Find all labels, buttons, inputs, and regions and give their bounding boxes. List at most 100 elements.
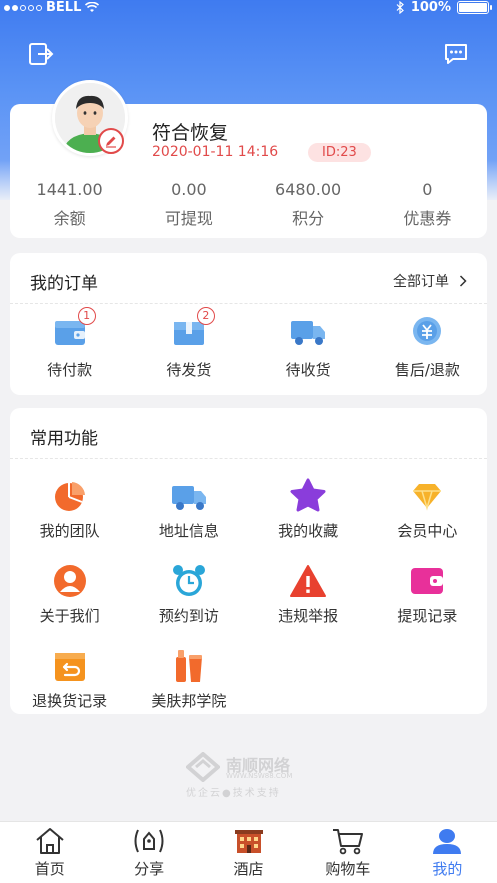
badge-count: 1 <box>77 307 96 325</box>
func-favorites[interactable]: 我的收藏 <box>249 476 368 541</box>
cart-icon <box>331 826 365 856</box>
truck-icon <box>288 313 328 349</box>
user-id-badge: ID:23 <box>308 143 371 162</box>
nickname: 符合恢复 <box>152 122 229 144</box>
all-orders-link[interactable]: 全部订单 <box>393 271 467 291</box>
func-label: 会员中心 <box>397 522 458 540</box>
package-icon: 2 <box>169 307 215 349</box>
stat-withdrawable[interactable]: 0.00 可提现 <box>129 180 248 229</box>
functions-title: 常用功能 <box>30 429 98 449</box>
func-label: 预约到访 <box>158 607 219 625</box>
cosmetics-icon <box>169 646 209 686</box>
tab-mine[interactable]: 我的 <box>398 822 497 883</box>
pencil-icon <box>106 136 116 148</box>
tab-label: 首页 <box>34 860 65 878</box>
order-pending-receipt[interactable]: 待收货 <box>249 313 368 380</box>
edit-avatar-button[interactable] <box>98 128 124 154</box>
stat-value: 1441.00 <box>36 180 103 199</box>
func-label: 退换货记录 <box>32 692 108 710</box>
watermark-slogan: 优企云●技术支持 <box>186 788 281 799</box>
func-address[interactable]: 地址信息 <box>129 476 248 541</box>
wifi-icon <box>85 2 100 12</box>
home-icon <box>33 826 67 856</box>
stat-label: 优惠券 <box>403 209 452 228</box>
company-watermark: 南顺网络 WWW.NSW88.COM 优企云●技术支持 <box>186 752 316 799</box>
stat-value: 6480.00 <box>275 180 342 199</box>
stat-label: 余额 <box>53 209 86 228</box>
message-icon[interactable] <box>443 42 469 66</box>
stat-label: 积分 <box>292 209 325 228</box>
stat-coupons[interactable]: 0 优惠券 <box>368 180 487 229</box>
func-my-team[interactable]: 我的团队 <box>10 476 129 541</box>
hotel-icon <box>232 826 266 856</box>
watermark-url: WWW.NSW88.COM <box>226 772 293 780</box>
order-label: 待收货 <box>285 361 331 379</box>
func-appointment[interactable]: 预约到访 <box>129 561 248 626</box>
carrier-label: BELL <box>46 0 82 15</box>
func-label: 提现记录 <box>397 607 458 625</box>
stat-value: 0 <box>422 180 433 199</box>
tab-label: 我的 <box>432 860 463 878</box>
wallet-icon <box>407 561 447 601</box>
func-about-us[interactable]: 关于我们 <box>10 561 129 626</box>
alarm-clock-icon <box>169 561 209 601</box>
tab-hotel[interactable]: 酒店 <box>199 822 298 883</box>
func-membership[interactable]: 会员中心 <box>368 476 487 541</box>
order-pending-payment[interactable]: 1 待付款 <box>10 307 129 380</box>
tab-label: 分享 <box>134 860 165 878</box>
tab-share[interactable]: 分享 <box>99 822 198 883</box>
func-label: 我的团队 <box>39 522 100 540</box>
order-label: 售后/退款 <box>394 361 460 379</box>
battery-icon <box>457 1 492 14</box>
refund-icon <box>407 313 447 349</box>
status-bar: BELL 100% <box>0 0 497 16</box>
func-beauty-academy[interactable]: 美肤邦学院 <box>129 646 248 711</box>
functions-card: 常用功能 我的团队 地址信息 我的收藏 会员中心 关于我们 预约到访 违规举报 … <box>10 408 487 714</box>
order-label: 待发货 <box>166 361 212 379</box>
func-label: 关于我们 <box>39 607 100 625</box>
all-orders-label: 全部订单 <box>393 274 449 290</box>
tab-cart[interactable]: 购物车 <box>298 822 397 883</box>
share-icon <box>132 826 166 856</box>
company-logo-icon <box>186 752 220 782</box>
truck-icon <box>169 476 209 516</box>
stat-points[interactable]: 6480.00 积分 <box>249 180 368 229</box>
badge-count: 2 <box>196 307 215 325</box>
pie-chart-icon <box>50 476 90 516</box>
func-label: 美肤邦学院 <box>151 692 227 710</box>
order-label: 待付款 <box>47 361 93 379</box>
order-after-sales[interactable]: 售后/退款 <box>368 313 487 380</box>
order-pending-shipment[interactable]: 2 待发货 <box>129 307 248 380</box>
stat-value: 0.00 <box>171 180 207 199</box>
star-icon <box>288 476 328 516</box>
chevron-right-icon <box>459 275 467 287</box>
bluetooth-icon <box>396 1 404 14</box>
logout-icon[interactable] <box>28 42 54 66</box>
battery-percentage: 100% <box>410 0 451 15</box>
orders-title: 我的订单 <box>30 274 98 294</box>
func-label: 违规举报 <box>278 607 339 625</box>
divider <box>10 458 487 459</box>
func-report[interactable]: 违规举报 <box>249 561 368 626</box>
warning-icon <box>288 561 328 601</box>
func-label: 我的收藏 <box>278 522 339 540</box>
user-icon <box>430 826 464 856</box>
divider <box>10 303 487 304</box>
func-return-records[interactable]: 退换货记录 <box>10 646 129 711</box>
func-label: 地址信息 <box>158 522 219 540</box>
profile-card: 符合恢复 2020-01-11 14:16 ID:23 1441.00 余额 0… <box>10 80 487 238</box>
wallet-icon: 1 <box>50 307 96 349</box>
signal-icon <box>4 4 42 11</box>
tab-label: 购物车 <box>325 860 371 878</box>
tab-home[interactable]: 首页 <box>0 822 99 883</box>
tab-label: 酒店 <box>233 860 264 878</box>
register-time: 2020-01-11 14:16 <box>152 144 279 160</box>
return-box-icon <box>50 646 90 686</box>
stat-label: 可提现 <box>164 209 213 228</box>
bottom-tab-bar: 首页 分享 酒店 购物车 我的 <box>0 821 497 883</box>
orders-card: 我的订单 全部订单 1 待付款 2 待发货 待收货 售后/退款 <box>10 253 487 395</box>
stat-balance[interactable]: 1441.00 余额 <box>10 180 129 229</box>
account-stats: 1441.00 余额 0.00 可提现 6480.00 积分 0 优惠券 <box>10 180 487 229</box>
func-withdraw-records[interactable]: 提现记录 <box>368 561 487 626</box>
person-icon <box>50 561 90 601</box>
